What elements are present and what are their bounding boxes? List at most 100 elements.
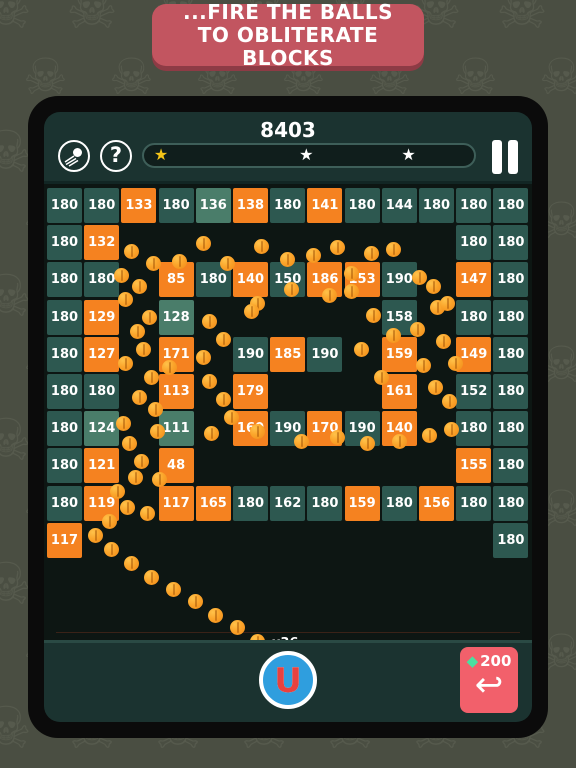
- block[interactable]: 180: [84, 374, 120, 409]
- block-value: 156: [422, 495, 451, 511]
- block[interactable]: 113: [158, 374, 194, 409]
- block[interactable]: 180: [47, 336, 82, 372]
- block[interactable]: 180: [456, 188, 492, 223]
- pause-icon[interactable]: [492, 140, 518, 174]
- magnet-glyph: U: [274, 661, 302, 701]
- block[interactable]: 180: [47, 262, 82, 298]
- block[interactable]: 180: [47, 188, 82, 223]
- block-value: 190: [385, 272, 413, 288]
- score-display: 8403: [260, 118, 316, 142]
- block-value: 180: [497, 309, 525, 325]
- block[interactable]: 155: [456, 448, 492, 484]
- block-value: 180: [497, 272, 525, 288]
- block[interactable]: 180: [493, 522, 529, 558]
- block[interactable]: 117: [158, 485, 194, 521]
- block[interactable]: 180: [47, 485, 82, 521]
- block[interactable]: 190: [233, 336, 268, 372]
- block[interactable]: 124: [84, 411, 120, 447]
- block[interactable]: 180: [493, 411, 529, 447]
- block[interactable]: 180: [419, 188, 454, 223]
- block[interactable]: 190: [307, 336, 343, 372]
- block[interactable]: 132: [84, 225, 120, 261]
- block-value: 180: [497, 532, 525, 548]
- ball: [344, 284, 359, 299]
- block[interactable]: 180: [270, 188, 306, 223]
- block[interactable]: 180: [84, 262, 120, 298]
- block[interactable]: 180: [84, 188, 120, 223]
- block[interactable]: 133: [121, 188, 157, 223]
- block[interactable]: 138: [233, 188, 268, 223]
- block-value: 165: [199, 495, 227, 511]
- block[interactable]: 185: [270, 336, 306, 372]
- block[interactable]: 152: [456, 374, 492, 409]
- pumpkin-icon: ☠: [496, 0, 548, 41]
- block[interactable]: 180: [158, 188, 194, 223]
- block[interactable]: 159: [344, 485, 380, 521]
- ball-launch-icon[interactable]: [58, 140, 90, 172]
- block[interactable]: 179: [233, 374, 268, 409]
- ball: [220, 256, 235, 271]
- ball: [122, 436, 137, 451]
- block-value: 190: [236, 346, 265, 362]
- block[interactable]: 147: [456, 262, 492, 298]
- block[interactable]: 180: [493, 448, 529, 484]
- block[interactable]: 180: [493, 225, 529, 261]
- ball: [330, 240, 345, 255]
- block[interactable]: 159: [381, 336, 417, 372]
- block-value: 161: [385, 384, 413, 399]
- block[interactable]: 180: [344, 188, 380, 223]
- block[interactable]: 128: [158, 299, 194, 335]
- block[interactable]: 180: [493, 336, 529, 372]
- block[interactable]: 180: [493, 374, 529, 409]
- ball: [140, 506, 155, 521]
- block[interactable]: 180: [47, 299, 82, 335]
- block[interactable]: 180: [47, 225, 82, 261]
- block[interactable]: 180: [47, 411, 82, 447]
- block[interactable]: 180: [47, 448, 82, 484]
- ball: [392, 434, 407, 449]
- block[interactable]: 180: [456, 485, 492, 521]
- banner-line-2: TO OBLITERATE BLOCKS: [197, 22, 379, 70]
- ball: [448, 356, 463, 371]
- block[interactable]: 117: [47, 522, 82, 558]
- pause-bar-right: [508, 140, 518, 174]
- game-screen: 8403 ? ★★★ x36 180180133180: [44, 112, 532, 722]
- play-field[interactable]: x36 180180133180136138180141180144180180…: [44, 184, 532, 640]
- block[interactable]: 121: [84, 448, 120, 484]
- block[interactable]: 180: [381, 485, 417, 521]
- block[interactable]: 180: [233, 485, 268, 521]
- block[interactable]: 180: [493, 188, 529, 223]
- block[interactable]: 180: [456, 411, 492, 447]
- block[interactable]: 144: [381, 188, 417, 223]
- block[interactable]: 180: [456, 225, 492, 261]
- block-value: 180: [199, 272, 227, 288]
- block[interactable]: 180: [493, 262, 529, 298]
- block[interactable]: 140: [233, 262, 268, 298]
- block-value: 141: [311, 198, 339, 213]
- block[interactable]: 141: [307, 188, 343, 223]
- ball: [344, 266, 359, 281]
- block[interactable]: 165: [195, 485, 231, 521]
- magnet-powerup-icon[interactable]: U: [259, 651, 317, 709]
- block-value: 113: [162, 384, 190, 399]
- block[interactable]: 180: [493, 485, 529, 521]
- undo-button[interactable]: ◆ 200 ↩: [460, 647, 518, 713]
- block[interactable]: 127: [84, 336, 120, 372]
- ball: [202, 374, 217, 389]
- block[interactable]: 162: [270, 485, 306, 521]
- block[interactable]: 180: [47, 374, 82, 409]
- ball: [428, 380, 443, 395]
- block-value: 155: [460, 458, 488, 474]
- question-mark-icon[interactable]: ?: [100, 140, 132, 172]
- block[interactable]: 180: [307, 485, 343, 521]
- block-value: 85: [167, 272, 186, 288]
- ball: [442, 394, 457, 409]
- tutorial-banner: ...FIRE THE BALLS TO OBLITERATE BLOCKS: [152, 0, 424, 69]
- block-value: 124: [88, 421, 116, 437]
- ball: [436, 334, 451, 349]
- block[interactable]: 156: [419, 485, 454, 521]
- block[interactable]: 129: [84, 299, 120, 335]
- block[interactable]: 136: [195, 188, 231, 223]
- block[interactable]: 180: [493, 299, 529, 335]
- block[interactable]: 180: [456, 299, 492, 335]
